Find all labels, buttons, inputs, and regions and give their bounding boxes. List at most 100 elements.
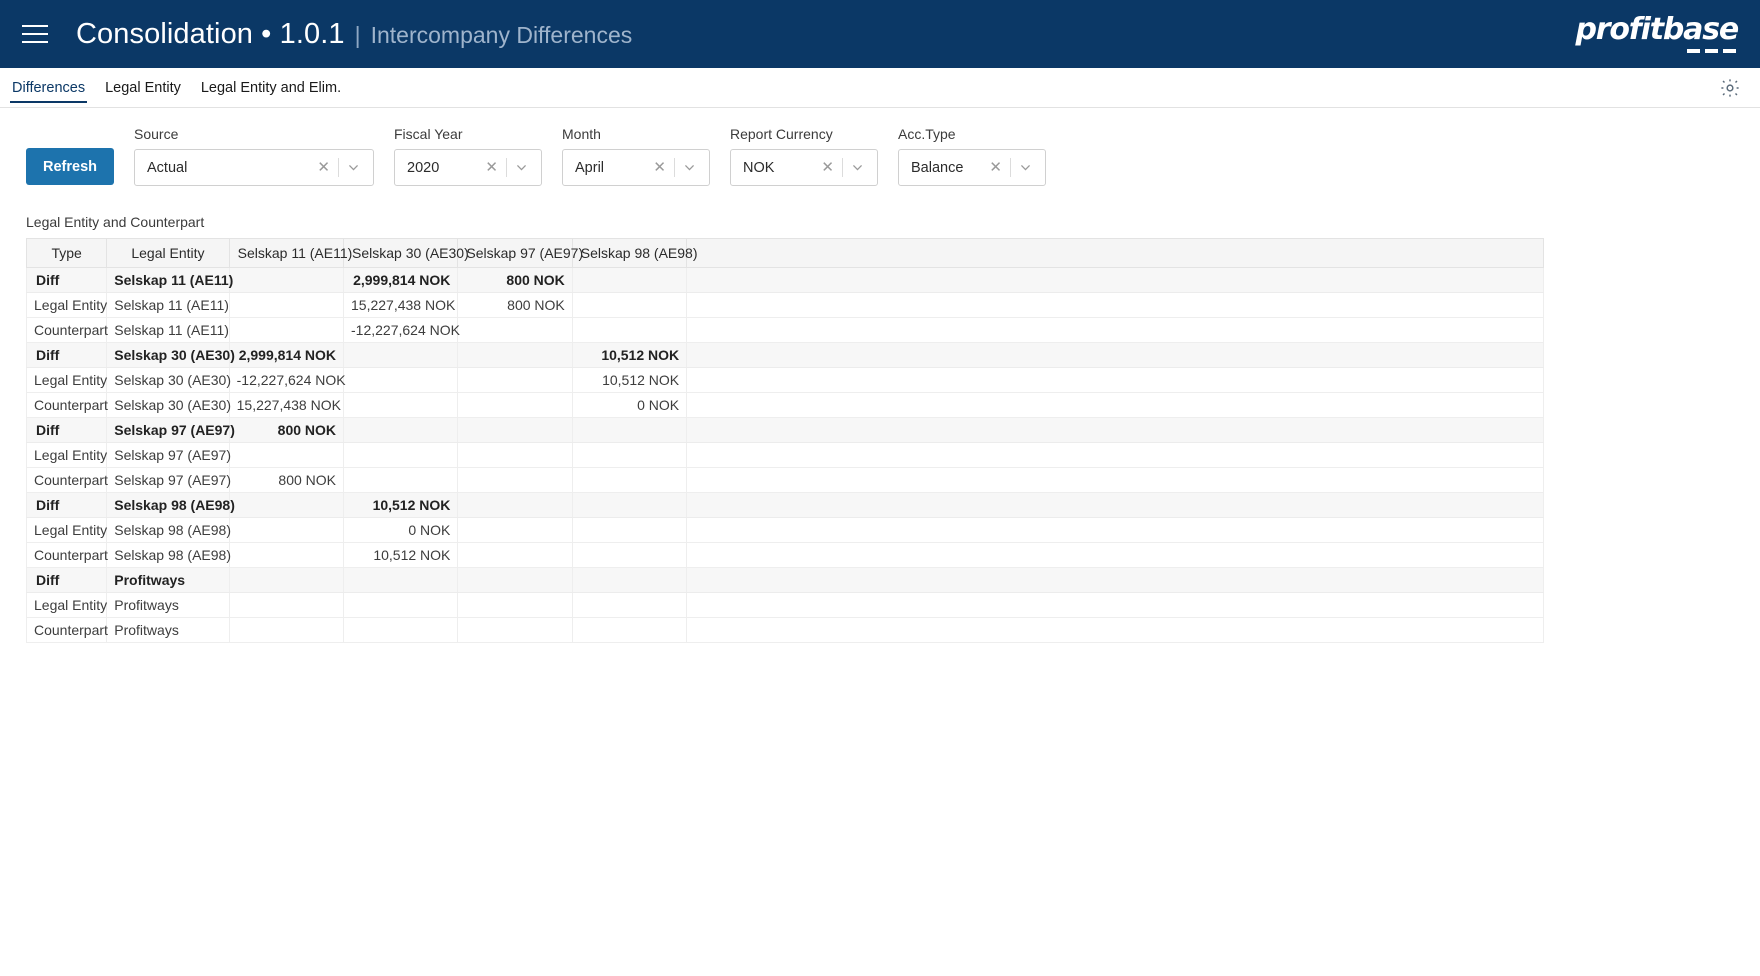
table-row[interactable]: Legal Entity Selskap 98 (AE98) 0 NOK (25, 517, 1544, 543)
chevron-down-icon[interactable] (675, 161, 703, 174)
filter-bar: Refresh Source Actual ✕ Fiscal Year 2020… (0, 108, 1760, 186)
filter-report-currency: Report Currency NOK ✕ (730, 126, 878, 186)
clear-icon[interactable]: ✕ (981, 160, 1010, 175)
table-row[interactable]: Legal Entity Profitways (25, 592, 1544, 618)
chevron-down-icon[interactable] (1011, 161, 1039, 174)
filter-report-currency-combobox[interactable]: NOK ✕ (730, 149, 878, 186)
cell-amount: 2,999,814 NOK (228, 342, 345, 368)
cell-type: Counterpart (25, 392, 108, 418)
clear-icon[interactable]: ✕ (309, 160, 338, 175)
filter-acc-type: Acc.Type Balance ✕ (898, 126, 1046, 186)
cell-filler (686, 492, 1544, 518)
column-header-selskap-30[interactable]: Selskap 30 (AE30) (343, 238, 469, 268)
cell-amount: 10,512 NOK (571, 342, 688, 368)
tab-legal-entity-and-elim[interactable]: Legal Entity and Elim. (199, 76, 343, 100)
cell-amount (571, 617, 688, 643)
cell-amount (571, 417, 688, 443)
cell-filler (686, 267, 1544, 293)
cell-type: Diff (25, 492, 108, 518)
cell-legal-entity: Selskap 30 (AE30) (106, 342, 235, 368)
column-header-selskap-97[interactable]: Selskap 97 (AE97) (457, 238, 583, 268)
column-header-selskap-11[interactable]: Selskap 11 (AE11) (228, 238, 352, 268)
cell-amount: 800 NOK (457, 292, 573, 318)
cell-amount (457, 442, 573, 468)
column-header-selskap-98[interactable]: Selskap 98 (AE98) (571, 238, 698, 268)
filter-acc-type-combobox[interactable]: Balance ✕ (898, 149, 1046, 186)
filter-fiscal-year-combobox[interactable]: 2020 ✕ (394, 149, 542, 186)
filter-report-currency-value: NOK (743, 159, 775, 176)
clear-icon[interactable]: ✕ (477, 160, 506, 175)
cell-legal-entity: Selskap 11 (AE11) (106, 267, 233, 293)
cell-filler (686, 367, 1544, 393)
table-row[interactable]: Legal Entity Selskap 11 (AE11) 15,227,438 … (25, 292, 1544, 318)
cell-legal-entity: Selskap 11 (AE11) (106, 292, 230, 318)
cell-legal-entity: Selskap 98 (AE98) (106, 517, 231, 543)
cell-amount (228, 592, 345, 618)
clear-icon[interactable]: ✕ (813, 160, 842, 175)
cell-filler (686, 467, 1544, 493)
table-row[interactable]: Legal Entity Selskap 30 (AE30) -12,227,624… (25, 367, 1544, 393)
cell-filler (686, 592, 1544, 618)
table-header-row: Type Legal Entity Selskap 11 (AE11) Sels… (25, 238, 1544, 268)
cell-amount: 0 NOK (343, 517, 459, 543)
cell-filler (686, 392, 1544, 418)
cell-legal-entity: Profitways (106, 617, 230, 643)
hamburger-icon[interactable] (18, 17, 52, 51)
cell-amount (571, 542, 688, 568)
table-row[interactable]: Legal Entity Selskap 97 (AE97) (25, 442, 1544, 468)
table-row[interactable]: Diff Selskap 97 (AE97) 800 NOK (25, 417, 1544, 443)
chevron-down-icon[interactable] (507, 161, 535, 174)
chevron-down-icon[interactable] (339, 161, 367, 174)
table-row[interactable]: Counterpart Selskap 98 (AE98) 10,512 NOK (25, 542, 1544, 568)
cell-amount (343, 467, 459, 493)
table-row[interactable]: Diff Selskap 98 (AE98) 10,512 NOK (25, 492, 1544, 518)
tab-legal-entity[interactable]: Legal Entity (103, 76, 183, 100)
column-header-filler (686, 238, 1544, 268)
cell-type: Counterpart (25, 317, 108, 343)
cell-amount (571, 567, 688, 593)
cell-legal-entity: Selskap 98 (AE98) (106, 492, 235, 518)
cell-amount (343, 617, 459, 643)
column-header-type[interactable]: Type (25, 238, 108, 268)
filter-source-combobox[interactable]: Actual ✕ (134, 149, 374, 186)
refresh-button[interactable]: Refresh (26, 148, 114, 185)
logo-dash (1723, 49, 1736, 53)
cell-amount (457, 542, 573, 568)
table-row[interactable]: Diff Selskap 30 (AE30) 2,999,814 NOK 10,512… (25, 342, 1544, 368)
cell-filler (686, 342, 1544, 368)
cell-amount (228, 567, 345, 593)
cell-filler (686, 317, 1544, 343)
cell-amount (457, 342, 573, 368)
filter-source-label: Source (134, 126, 179, 142)
table-row[interactable]: Counterpart Selskap 11 (AE11) -12,227,624 … (25, 317, 1544, 343)
cell-amount (457, 592, 573, 618)
gear-icon[interactable] (1718, 76, 1742, 100)
cell-amount (228, 317, 345, 343)
page-title: Consolidation • 1.0.1 | Intercompany Dif… (76, 18, 632, 51)
table-row[interactable]: Diff Profitways (25, 567, 1544, 593)
filter-month-combobox[interactable]: April ✕ (562, 149, 710, 186)
hamburger-bar (22, 33, 48, 35)
clear-icon[interactable]: ✕ (645, 160, 674, 175)
cell-amount (343, 367, 459, 393)
filter-source-value: Actual (147, 159, 188, 176)
cell-legal-entity: Selskap 97 (AE97) (106, 417, 235, 443)
cell-legal-entity: Selskap 30 (AE30) (106, 367, 231, 393)
cell-amount (343, 442, 459, 468)
table-row[interactable]: Counterpart Selskap 97 (AE97) 800 NOK (25, 467, 1544, 493)
profitbase-logo: profitbase (1576, 15, 1739, 53)
cell-filler (686, 617, 1544, 643)
cell-type: Counterpart (25, 617, 108, 643)
cell-type: Legal Entity (25, 517, 108, 543)
table-row[interactable]: Diff Selskap 11 (AE11) 2,999,814 NOK 800 NO… (25, 267, 1544, 293)
tab-differences[interactable]: Differences (10, 76, 88, 103)
table-row[interactable]: Counterpart Selskap 30 (AE30) 15,227,438 N… (25, 392, 1544, 418)
logo-dash (1705, 49, 1718, 53)
cell-amount (571, 442, 688, 468)
cell-type: Legal Entity (25, 292, 108, 318)
app-title-main: Consolidation • 1.0.1 (76, 17, 345, 50)
cell-amount (228, 267, 345, 293)
table-row[interactable]: Counterpart Profitways (25, 617, 1544, 643)
column-header-legal-entity[interactable]: Legal Entity (106, 238, 230, 268)
chevron-down-icon[interactable] (843, 161, 871, 174)
